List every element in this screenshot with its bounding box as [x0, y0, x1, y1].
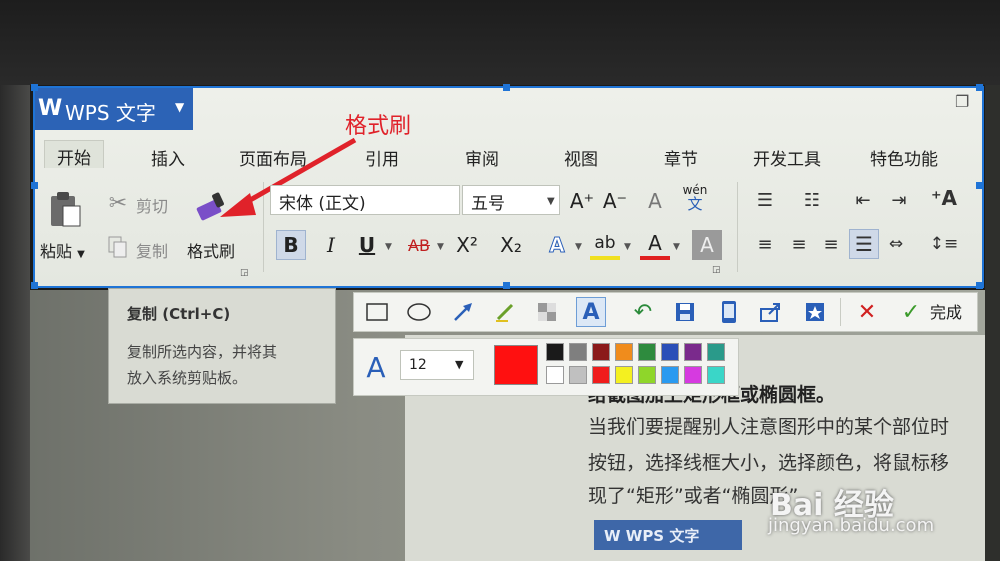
selection-handle[interactable]	[503, 282, 510, 289]
color-swatch[interactable]	[707, 343, 725, 361]
save-icon[interactable]	[670, 297, 700, 327]
done-button[interactable]: 完成	[930, 299, 962, 323]
wps-mini-titlebar: W WPS 文字	[594, 520, 742, 550]
color-swatch[interactable]	[661, 343, 679, 361]
tooltip-line: 放入系统剪贴板。	[127, 369, 248, 387]
color-swatch[interactable]	[707, 366, 725, 384]
background-left	[0, 85, 30, 561]
background-right	[985, 85, 1000, 561]
color-swatch[interactable]	[546, 366, 564, 384]
pin-icon[interactable]	[800, 297, 830, 327]
done-check-icon[interactable]: ✓	[896, 297, 926, 327]
watermark-url: jingyan.baidu.com	[768, 515, 935, 536]
capture-selection[interactable]	[33, 86, 984, 288]
font-size-select-value: 12	[409, 357, 427, 373]
font-a-icon: A	[366, 350, 386, 384]
selection-handle[interactable]	[31, 182, 38, 189]
tooltip-title: 复制 (Ctrl+C)	[127, 305, 231, 323]
arrow-tool-icon[interactable]	[448, 297, 478, 327]
color-swatch[interactable]	[684, 343, 702, 361]
document-line: 现了“矩形”或者“椭圆形”	[588, 485, 799, 507]
text-tool-icon[interactable]: A	[576, 297, 606, 327]
copy-tooltip: 复制 (Ctrl+C) 复制所选内容，并将其 放入系统剪贴板。	[108, 288, 336, 404]
color-swatch[interactable]	[569, 366, 587, 384]
document-line: 当我们要提醒别人注意图形中的某个部位时	[588, 416, 950, 438]
background-top	[0, 0, 1000, 85]
cancel-icon[interactable]: ✕	[852, 297, 882, 327]
undo-icon[interactable]: ↶	[628, 297, 658, 327]
share-icon[interactable]	[756, 297, 786, 327]
selection-handle[interactable]	[976, 84, 983, 91]
selection-handle[interactable]	[976, 282, 983, 289]
font-size-select[interactable]: 12 ▼	[400, 350, 474, 380]
selection-handle[interactable]	[976, 182, 983, 189]
color-swatch[interactable]	[615, 366, 633, 384]
color-swatch[interactable]	[638, 343, 656, 361]
color-swatch[interactable]	[546, 343, 564, 361]
mosaic-tool-icon[interactable]	[532, 297, 562, 327]
color-swatch[interactable]	[592, 343, 610, 361]
color-swatch[interactable]	[592, 366, 610, 384]
selection-handle[interactable]	[31, 84, 38, 91]
ellipse-tool-icon[interactable]	[404, 297, 434, 327]
tooltip-line: 复制所选内容，并将其	[127, 343, 278, 361]
caret-down-icon: ▼	[455, 358, 464, 371]
device-icon[interactable]	[714, 297, 744, 327]
pen-tool-icon[interactable]	[490, 297, 520, 327]
color-swatch[interactable]	[569, 343, 587, 361]
color-swatch[interactable]	[684, 366, 702, 384]
selection-handle[interactable]	[31, 282, 38, 289]
capture-toolbar	[353, 292, 978, 332]
toolbar-divider	[840, 298, 841, 326]
rectangle-tool-icon[interactable]	[362, 297, 392, 327]
current-color-swatch[interactable]	[494, 345, 538, 385]
document-line: 按钮，选择线框大小，选择颜色，将鼠标移	[588, 452, 950, 474]
color-swatch[interactable]	[661, 366, 679, 384]
color-swatch[interactable]	[638, 366, 656, 384]
color-swatch[interactable]	[615, 343, 633, 361]
selection-handle[interactable]	[503, 84, 510, 91]
